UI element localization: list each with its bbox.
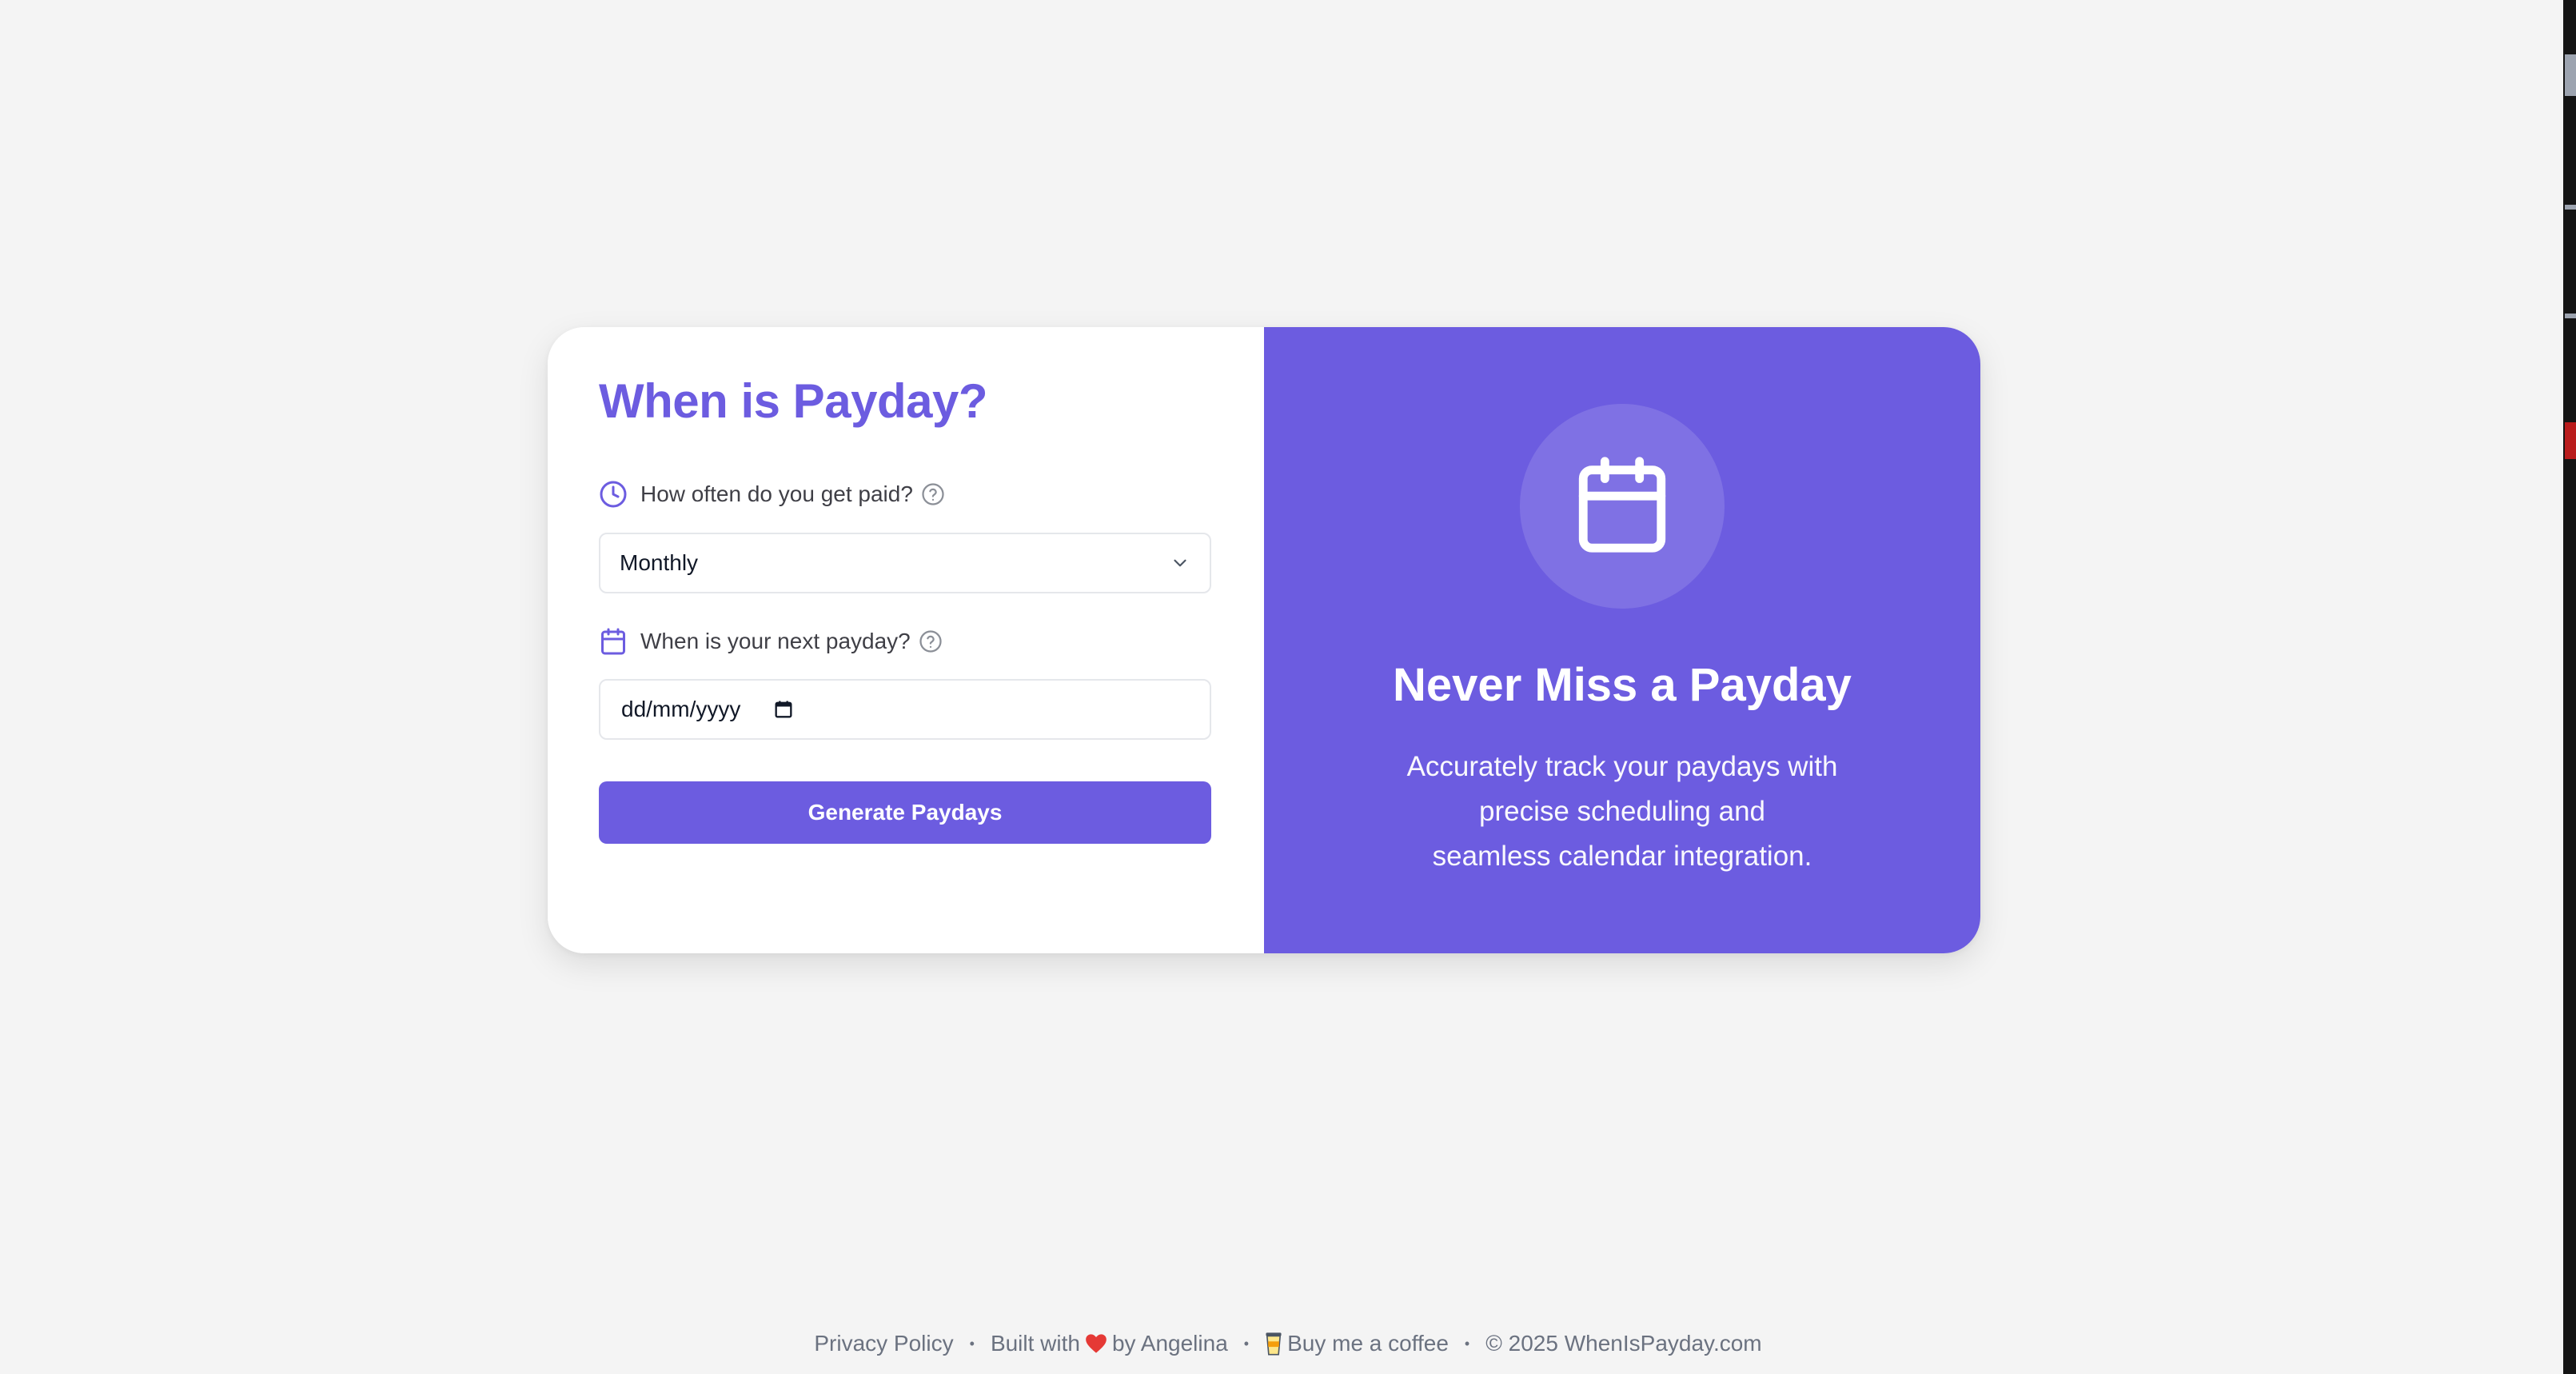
payday-form-panel: When is Payday? How often do you get pai… <box>548 327 1264 953</box>
form-title: When is Payday? <box>599 374 987 428</box>
buy-me-a-coffee-text: Buy me a coffee <box>1287 1331 1449 1356</box>
promo-icon-circle <box>1520 404 1725 609</box>
date-placeholder: dd/mm/yyyy <box>621 697 741 721</box>
footer: Privacy Policy • Built with by Angelina … <box>0 1328 2576 1360</box>
calendar-picker-icon[interactable] <box>772 698 795 721</box>
edge-bar <box>2565 205 2576 210</box>
frequency-select-value: Monthly <box>620 550 699 575</box>
frequency-select[interactable]: Monthly <box>599 533 1211 593</box>
edge-bar <box>2565 422 2576 459</box>
generate-paydays-button[interactable]: Generate Paydays <box>599 781 1211 844</box>
footer-separator: • <box>1243 1335 1250 1352</box>
edge-bar <box>2565 314 2576 318</box>
copyright-text: © 2025 WhenIsPayday.com <box>1485 1331 1762 1356</box>
footer-separator: • <box>969 1335 975 1352</box>
author-link[interactable]: by Angelina <box>1112 1331 1228 1356</box>
buy-me-a-coffee-link[interactable]: Buy me a coffee <box>1265 1331 1449 1356</box>
coffee-cup-icon <box>1265 1332 1282 1356</box>
help-circle-icon[interactable] <box>921 482 945 506</box>
privacy-policy-link[interactable]: Privacy Policy <box>814 1331 953 1356</box>
payday-card: When is Payday? How often do you get pai… <box>548 327 1980 953</box>
built-with-text: Built with <box>990 1331 1080 1356</box>
help-circle-icon[interactable] <box>919 629 943 653</box>
calendar-icon <box>599 627 628 656</box>
chevron-down-icon <box>1170 553 1190 573</box>
heart-icon <box>1085 1333 1107 1354</box>
built-with-credit: Built with by Angelina <box>991 1331 1228 1356</box>
adjacent-window-edge <box>2563 0 2576 1374</box>
promo-line-3: seamless calendar integration. <box>1432 841 1812 872</box>
next-payday-label-text: When is your next payday? <box>640 629 911 653</box>
next-payday-label: When is your next payday? <box>599 625 943 657</box>
edge-bar <box>2565 54 2576 96</box>
frequency-label: How often do you get paid? <box>599 478 945 510</box>
footer-separator: • <box>1464 1335 1470 1352</box>
promo-description: Accurately track your paydays with preci… <box>1374 745 1870 879</box>
clock-icon <box>599 480 628 509</box>
next-payday-date-input[interactable]: dd/mm/yyyy <box>599 679 1211 740</box>
frequency-label-text: How often do you get paid? <box>640 481 913 506</box>
promo-line-1: Accurately track your paydays with <box>1406 751 1838 782</box>
promo-panel: Never Miss a Payday Accurately track you… <box>1264 327 1980 953</box>
promo-line-2: precise scheduling and <box>1478 796 1765 827</box>
calendar-icon <box>1570 453 1674 561</box>
promo-title: Never Miss a Payday <box>1393 659 1852 711</box>
